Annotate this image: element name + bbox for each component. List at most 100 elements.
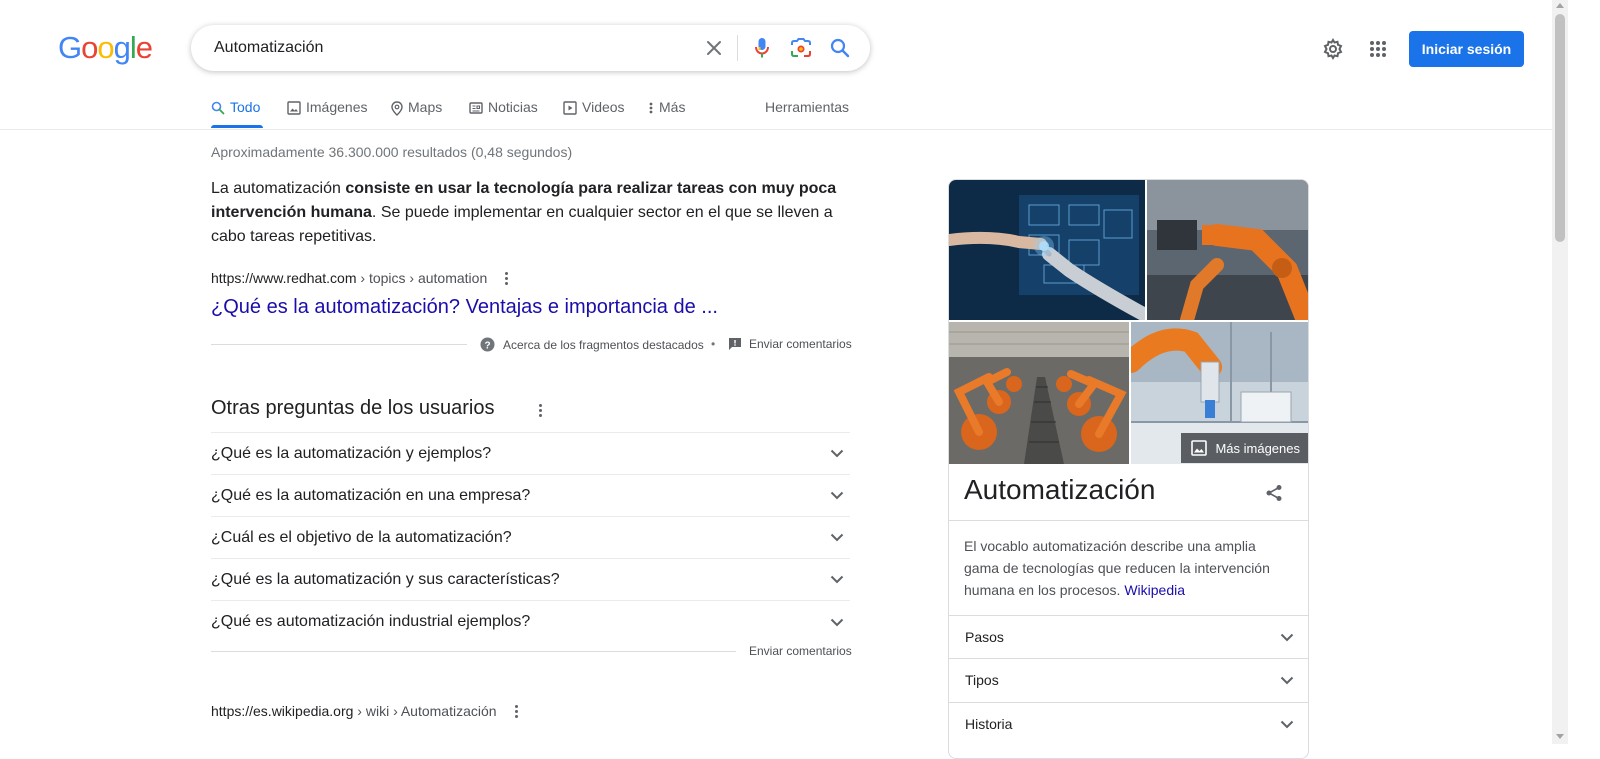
- kp-section-label: Historia: [965, 716, 1013, 732]
- paa-question[interactable]: ¿Cuál es el objetivo de la automatizació…: [211, 517, 850, 559]
- tab-label: Maps: [408, 99, 443, 115]
- snippet-result-link[interactable]: ¿Qué es la automatización? Ventajas e im…: [211, 294, 718, 320]
- tab-videos[interactable]: Videos: [563, 99, 625, 133]
- image-robot-hand-touchscreen[interactable]: [949, 180, 1145, 320]
- more-images-label: Más imágenes: [1215, 440, 1300, 456]
- separator-dot: •: [711, 337, 716, 351]
- tab-images[interactable]: Imágenes: [287, 99, 367, 133]
- result-stats: Aproximadamente 36.300.000 resultados (0…: [211, 144, 573, 160]
- paa-question-text: ¿Qué es la automatización y sus caracter…: [211, 570, 560, 588]
- logo-letter: G: [58, 30, 82, 65]
- apps-grid-icon[interactable]: [1365, 36, 1391, 62]
- tab-more[interactable]: Más: [648, 99, 685, 133]
- source-domain: https://es.wikipedia.org: [211, 703, 354, 719]
- tab-label: Todo: [230, 99, 261, 115]
- active-tab-indicator: [211, 125, 263, 128]
- send-feedback-link[interactable]: Enviar comentarios: [728, 337, 852, 351]
- help-icon: ?: [480, 337, 495, 352]
- camera-lens-icon[interactable]: [788, 35, 814, 61]
- chevron-down-icon: [830, 449, 844, 458]
- more-vert-icon[interactable]: [499, 270, 513, 286]
- paa-question-text: ¿Cuál es el objetivo de la automatizació…: [211, 528, 512, 546]
- wikipedia-source-url[interactable]: https://es.wikipedia.org › wiki › Automa…: [211, 703, 497, 719]
- kp-section-pasos[interactable]: Pasos: [949, 615, 1308, 658]
- people-also-ask-list: ¿Qué es la automatización y ejemplos? ¿Q…: [211, 432, 850, 643]
- chevron-down-icon: [1280, 633, 1294, 641]
- knowledge-panel-images: Más imágenes: [949, 180, 1308, 464]
- more-vert-icon[interactable]: [533, 403, 547, 417]
- search-box: [191, 25, 870, 71]
- kp-section-tipos[interactable]: Tipos: [949, 658, 1308, 701]
- image-orange-robot-arm[interactable]: [1147, 180, 1308, 320]
- tab-maps[interactable]: Maps: [391, 99, 442, 133]
- paa-question[interactable]: ¿Qué es la automatización y sus caracter…: [211, 559, 850, 601]
- logo-letter: e: [135, 30, 153, 65]
- logo-letter: g: [113, 30, 131, 65]
- tab-label: Imágenes: [306, 99, 368, 115]
- kp-section-label: Tipos: [965, 672, 999, 688]
- knowledge-panel-description: El vocablo automatización describe una a…: [964, 535, 1294, 601]
- news-icon: [469, 102, 483, 114]
- share-icon[interactable]: [1265, 484, 1283, 507]
- source-breadcrumb: › topics › automation: [356, 270, 488, 286]
- signin-button[interactable]: Iniciar sesión: [1409, 31, 1524, 67]
- google-logo[interactable]: Google: [58, 30, 153, 66]
- tools-button[interactable]: Herramientas: [765, 99, 849, 115]
- wikipedia-link[interactable]: Wikipedia: [1124, 582, 1185, 598]
- source-domain: https://www.redhat.com: [211, 270, 357, 286]
- header-divider: [0, 129, 1552, 130]
- search-input[interactable]: [212, 25, 682, 71]
- knowledge-panel-title: Automatización: [964, 474, 1156, 505]
- svg-text:?: ?: [484, 340, 490, 351]
- send-feedback-label: Enviar comentarios: [749, 337, 852, 351]
- chevron-down-icon: [830, 533, 844, 542]
- scroll-down-arrow-icon[interactable]: [1556, 734, 1564, 739]
- scrollbar-thumb[interactable]: [1555, 14, 1565, 242]
- chevron-down-icon: [1280, 720, 1294, 728]
- clear-icon[interactable]: [701, 35, 727, 61]
- snippet-source-url[interactable]: https://www.redhat.com › topics › automa…: [211, 270, 487, 286]
- chevron-down-icon: [830, 491, 844, 500]
- kp-section-historia[interactable]: Historia: [949, 702, 1308, 745]
- divider: [211, 651, 736, 652]
- image-robot-assembly-line[interactable]: [949, 322, 1129, 464]
- tab-label: Noticias: [488, 99, 538, 115]
- feedback-icon: [729, 338, 741, 350]
- paa-question[interactable]: ¿Qué es la automatización en una empresa…: [211, 475, 850, 517]
- search-icon[interactable]: [827, 35, 853, 61]
- chevron-down-icon: [830, 618, 844, 626]
- microphone-icon[interactable]: [749, 35, 775, 61]
- scroll-up-arrow-icon[interactable]: [1556, 3, 1564, 8]
- divider: [949, 520, 1308, 521]
- search-icon: [211, 101, 225, 115]
- paa-question[interactable]: ¿Qué es automatización industrial ejempl…: [211, 601, 850, 643]
- kp-section-label: Pasos: [965, 629, 1004, 645]
- divider: [211, 344, 467, 345]
- tab-label: Más: [659, 99, 686, 115]
- snippet-text-start: La automatización: [211, 180, 346, 197]
- tab-label: Videos: [582, 99, 625, 115]
- tab-news[interactable]: Noticias: [469, 99, 538, 133]
- image-icon: [1191, 440, 1208, 456]
- description-text: El vocablo automatización describe una a…: [964, 538, 1270, 598]
- about-snippets-link[interactable]: ? Acerca de los fragmentos destacados: [480, 337, 704, 352]
- more-images-button[interactable]: Más imágenes: [1181, 433, 1308, 463]
- paa-question-text: ¿Qué es la automatización y ejemplos?: [211, 444, 492, 462]
- paa-question-text: ¿Qué es automatización industrial ejempl…: [211, 613, 531, 630]
- map-pin-icon: [391, 101, 403, 116]
- logo-letter: o: [81, 30, 98, 65]
- knowledge-panel: Más imágenes Automatización El vocablo a…: [948, 179, 1309, 759]
- about-snippets-label: Acerca de los fragmentos destacados: [503, 337, 704, 352]
- source-breadcrumb: › wiki › Automatización: [353, 703, 497, 719]
- chevron-down-icon: [830, 575, 844, 584]
- chevron-down-icon: [1280, 676, 1294, 684]
- image-icon: [287, 101, 301, 115]
- more-vert-icon: [649, 102, 653, 114]
- send-feedback-link[interactable]: Enviar comentarios: [749, 644, 852, 658]
- more-vert-icon[interactable]: [509, 704, 523, 718]
- paa-question-text: ¿Qué es la automatización en una empresa…: [211, 486, 531, 504]
- paa-question[interactable]: ¿Qué es la automatización y ejemplos?: [211, 433, 850, 475]
- logo-letter: o: [97, 30, 114, 65]
- search-divider: [737, 35, 738, 61]
- gear-icon[interactable]: [1320, 36, 1346, 62]
